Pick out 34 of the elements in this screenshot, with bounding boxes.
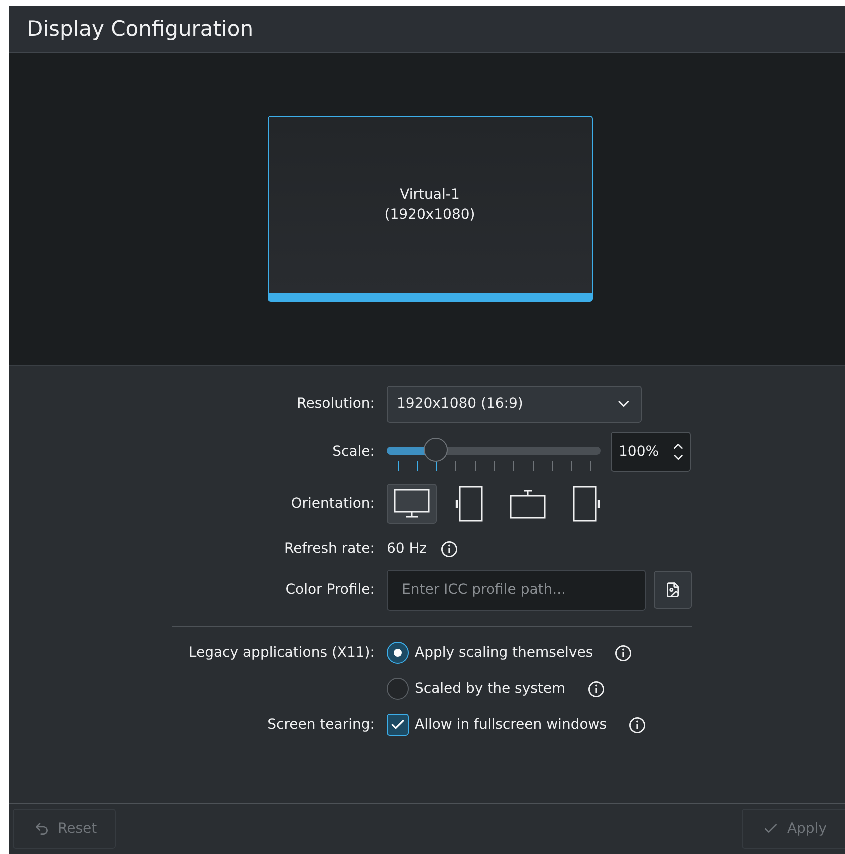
info-icon[interactable] bbox=[615, 644, 632, 662]
color-profile-field[interactable]: Enter ICC profile path... bbox=[387, 570, 646, 610]
output-name: Virtual-1 bbox=[400, 187, 460, 203]
field-label: Orientation: bbox=[291, 496, 375, 512]
info-icon[interactable] bbox=[629, 716, 646, 734]
field-label: Screen tearing: bbox=[268, 717, 375, 733]
option-label: Apply scaling themselves bbox=[415, 645, 594, 661]
radio-button[interactable] bbox=[387, 678, 409, 700]
radio-button[interactable] bbox=[387, 642, 409, 664]
scale-spinbox[interactable]: 100% bbox=[611, 432, 691, 472]
output-resolution: (1920x1080) bbox=[384, 207, 476, 223]
monitor-inverted-icon bbox=[510, 489, 546, 519]
option-label: Allow in fullscreen windows bbox=[415, 717, 608, 733]
field-label: Scale: bbox=[332, 444, 375, 460]
resolution-dropdown[interactable]: 1920x1080 (16:9) bbox=[387, 386, 642, 422]
file-icon bbox=[665, 582, 681, 598]
monitor-portrait-icon bbox=[571, 486, 601, 522]
monitor-icon bbox=[394, 488, 430, 520]
orientation-button[interactable] bbox=[387, 484, 437, 524]
checkbox[interactable] bbox=[387, 714, 409, 736]
window-title: Display Configuration bbox=[27, 17, 254, 41]
field-label: Color Profile: bbox=[286, 582, 375, 598]
field-label: Resolution: bbox=[297, 396, 375, 412]
option-label: Scaled by the system bbox=[415, 681, 566, 697]
field-label: Legacy applications (X11): bbox=[188, 645, 375, 661]
slider-thumb[interactable] bbox=[424, 438, 448, 462]
undo-icon bbox=[34, 821, 50, 837]
refresh-rate-value: 60 Hz bbox=[387, 541, 428, 557]
browse-file-button[interactable] bbox=[654, 571, 692, 609]
info-icon[interactable] bbox=[588, 680, 605, 698]
monitor-portrait-icon bbox=[455, 486, 485, 522]
field-label: Refresh rate: bbox=[284, 541, 375, 557]
info-icon[interactable] bbox=[441, 540, 458, 558]
output-preview[interactable]: Virtual-1 (1920x1080) bbox=[268, 116, 592, 302]
